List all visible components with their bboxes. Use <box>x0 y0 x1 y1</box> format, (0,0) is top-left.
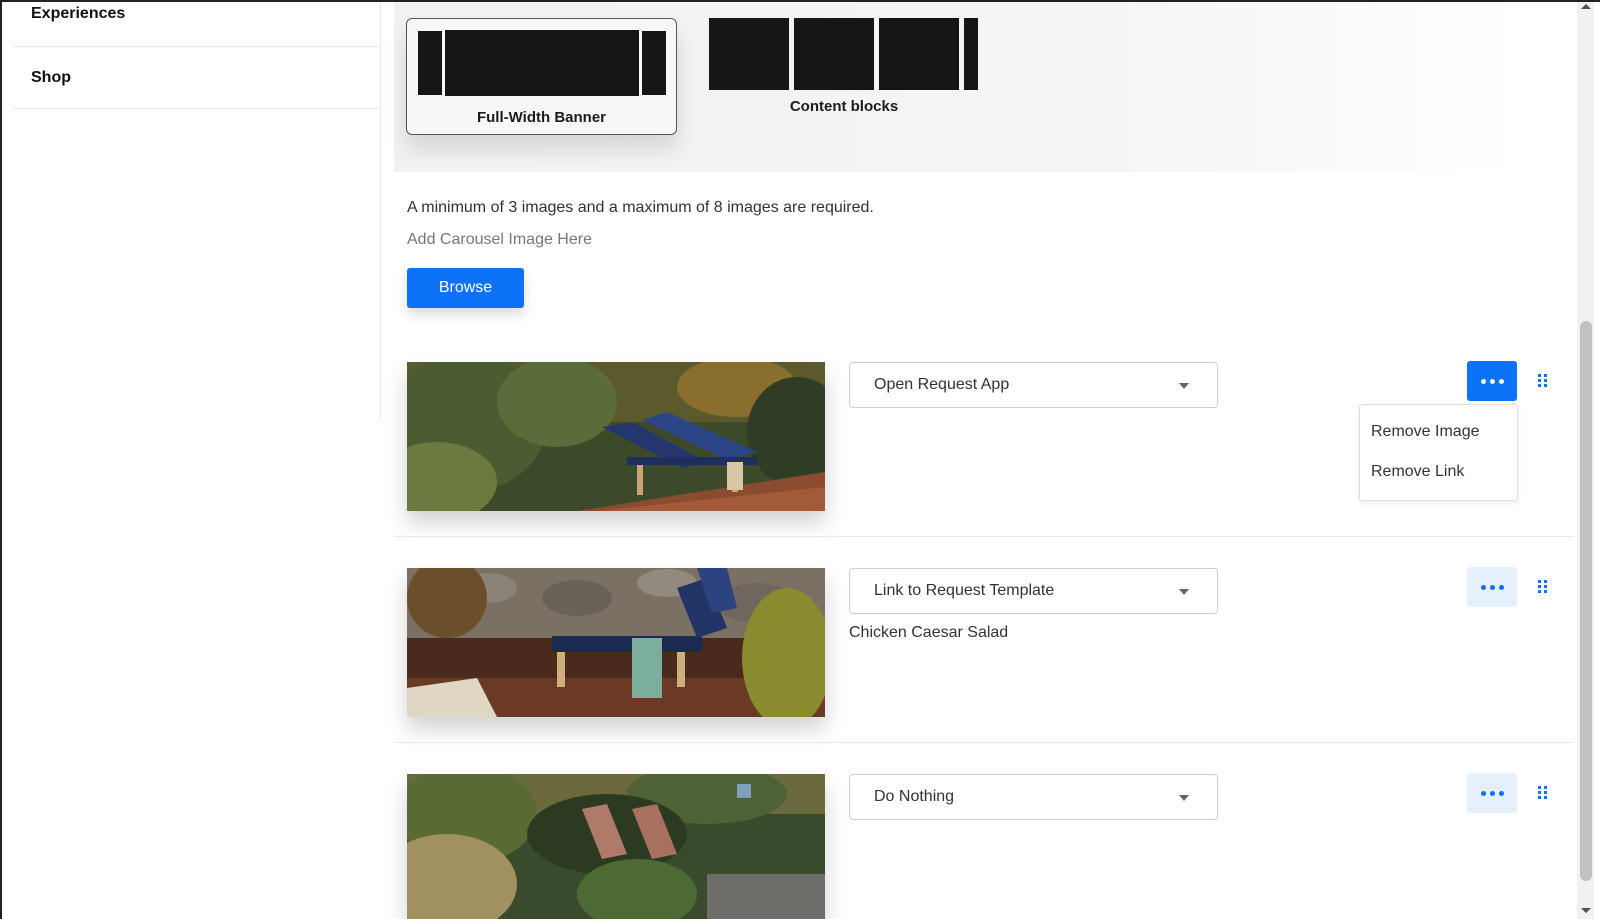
sidebar: Experiences Shop <box>2 2 381 419</box>
layout-option-content-blocks[interactable]: Content blocks <box>709 18 979 123</box>
layout-preview-block <box>794 18 874 90</box>
scroll-up-arrow-icon[interactable] <box>1581 4 1591 9</box>
remove-link-menu-item[interactable]: Remove Link <box>1371 463 1464 481</box>
layout-selector-panel: Full-Width Banner Content blocks <box>394 2 1520 172</box>
ellipsis-dot <box>1489 584 1495 590</box>
link-action-select[interactable]: Do Nothing <box>849 774 1218 820</box>
chevron-down-icon <box>1179 589 1189 595</box>
layout-option-label: Content blocks <box>789 98 899 115</box>
select-value: Link to Request Template <box>874 582 1055 599</box>
more-options-menu: Remove Image Remove Link <box>1359 404 1518 501</box>
ellipsis-dot <box>1489 378 1495 384</box>
scrollbar-thumb[interactable] <box>1580 321 1592 881</box>
scroll-down-arrow-icon[interactable] <box>1581 908 1591 913</box>
more-options-button[interactable] <box>1467 361 1517 401</box>
row-divider <box>394 742 1574 743</box>
row-divider <box>394 536 1574 537</box>
layout-preview-block <box>445 30 639 96</box>
linked-template-name: Chicken Caesar Salad <box>849 624 1009 641</box>
more-options-button[interactable] <box>1467 773 1517 813</box>
sidebar-item-label: Shop <box>31 69 71 86</box>
chevron-down-icon <box>1179 795 1189 801</box>
ellipsis-dot <box>1498 790 1504 796</box>
select-value: Do Nothing <box>874 788 955 805</box>
link-action-select[interactable]: Open Request App <box>849 362 1218 408</box>
layout-option-label: Full-Width Banner <box>476 109 607 126</box>
image-requirement-text: A minimum of 3 images and a maximum of 8… <box>407 199 874 216</box>
ellipsis-icon <box>1480 584 1486 590</box>
layout-preview-block <box>964 18 978 90</box>
sidebar-item-experiences[interactable]: Experiences <box>14 2 381 47</box>
sidebar-item-label: Experiences <box>31 5 126 22</box>
drag-handle-icon[interactable] <box>1538 786 1550 800</box>
layout-preview-block <box>418 31 442 95</box>
layout-preview-block <box>642 31 666 95</box>
select-value: Open Request App <box>874 376 1010 393</box>
layout-option-full-width-banner[interactable]: Full-Width Banner <box>406 18 677 135</box>
ellipsis-dot <box>1498 378 1504 384</box>
drag-handle-icon[interactable] <box>1538 580 1550 594</box>
chevron-down-icon <box>1179 383 1189 389</box>
link-action-select[interactable]: Link to Request Template <box>849 568 1218 614</box>
layout-preview-block <box>709 18 789 90</box>
ellipsis-dot <box>1498 584 1504 590</box>
drag-handle-icon[interactable] <box>1538 374 1550 388</box>
browse-button[interactable]: Browse <box>407 268 524 308</box>
ellipsis-icon <box>1480 378 1486 384</box>
carousel-image-thumbnail <box>407 568 825 717</box>
more-options-button[interactable] <box>1467 567 1517 607</box>
sidebar-item-shop[interactable]: Shop <box>14 48 381 109</box>
ellipsis-icon <box>1480 790 1486 796</box>
remove-image-menu-item[interactable]: Remove Image <box>1371 423 1480 441</box>
ellipsis-dot <box>1489 790 1495 796</box>
add-carousel-image-label: Add Carousel Image Here <box>407 231 592 248</box>
carousel-image-thumbnail <box>407 362 825 511</box>
carousel-image-thumbnail <box>407 774 825 919</box>
layout-preview-block <box>879 18 959 90</box>
